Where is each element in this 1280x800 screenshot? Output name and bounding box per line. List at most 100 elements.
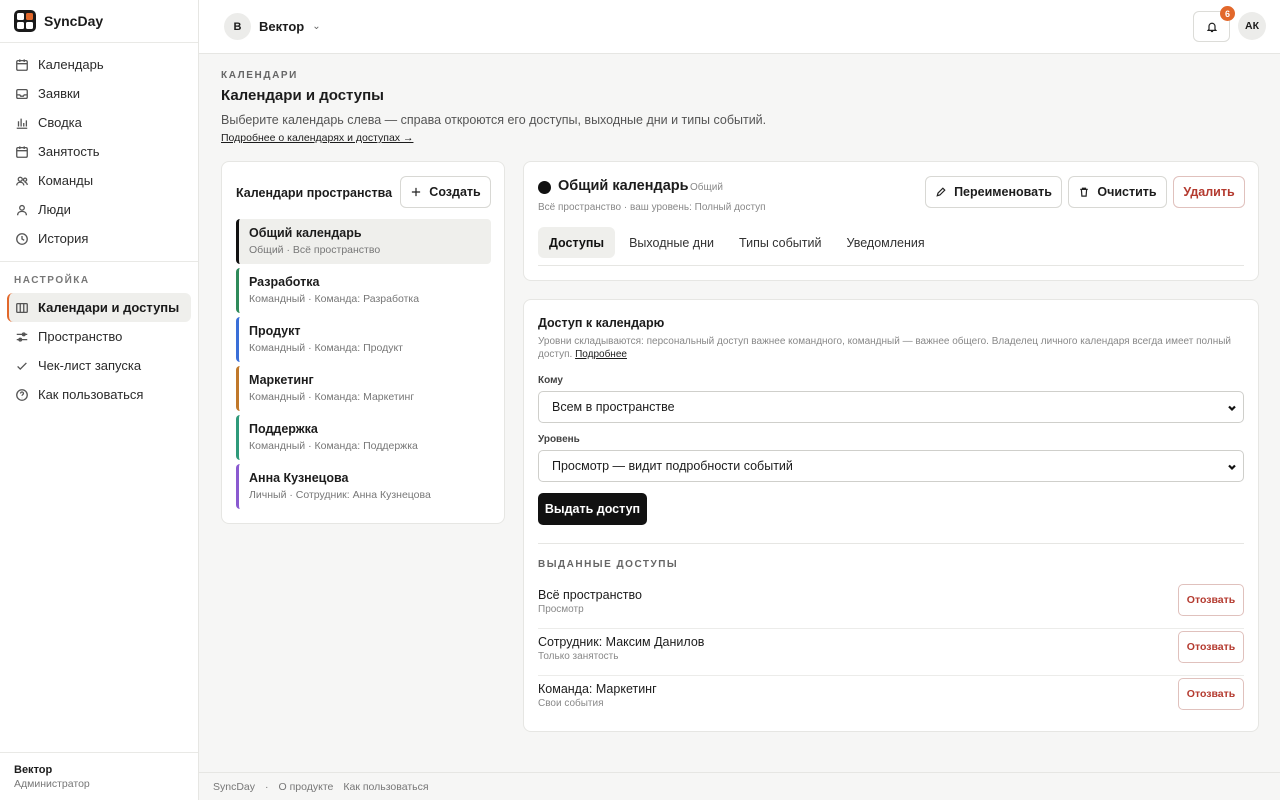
users-icon: [15, 174, 29, 188]
workspace-switcher[interactable]: В Вектор ⌄: [224, 13, 321, 40]
grant-level: Просмотр: [538, 604, 584, 615]
divider: [538, 265, 1244, 266]
grant-who: Всё пространство: [538, 588, 642, 602]
check-icon: [15, 359, 29, 373]
page-eyebrow: КАЛЕНДАРИ: [221, 70, 298, 81]
calendar-list: Общий календарь Общий · Всё пространство…: [236, 219, 491, 513]
sidebar-item-people[interactable]: Люди: [7, 195, 191, 224]
calendar-item-development[interactable]: Разработка Командный · Команда: Разработ…: [236, 268, 491, 313]
calendar-item-title: Общий календарь: [249, 226, 362, 240]
sidebar-item-how-to[interactable]: Как пользоваться: [7, 380, 191, 409]
access-title: Доступ к календарю: [538, 316, 665, 330]
sidebar-item-label: Пространство: [38, 329, 123, 344]
tab-holidays[interactable]: Выходные дни: [618, 227, 725, 258]
workspace-avatar: В: [224, 13, 251, 40]
pencil-icon: [935, 186, 947, 198]
calendar-item-support[interactable]: Поддержка Командный · Команда: Поддержка: [236, 415, 491, 460]
to-select-value: Всем в пространстве: [552, 400, 675, 414]
revoke-button[interactable]: Отозвать: [1178, 631, 1244, 663]
rename-button[interactable]: Переименовать: [925, 176, 1062, 208]
notification-badge: 6: [1220, 6, 1235, 21]
sidebar-item-requests[interactable]: Заявки: [7, 79, 191, 108]
clear-button[interactable]: Очистить: [1068, 176, 1167, 208]
calendar-title: Общий календарь: [558, 178, 689, 194]
tab-notifications[interactable]: Уведомления: [835, 227, 935, 258]
list-item: Сотрудник: Максим Данилов Только занятос…: [538, 629, 1244, 676]
sidebar-item-label: Календари и доступы: [38, 300, 180, 315]
calendar-icon: [15, 58, 29, 72]
detail-tabs: Доступы Выходные дни Типы событий Уведом…: [538, 227, 939, 258]
list-item: Всё пространство Просмотр Отозвать: [538, 582, 1244, 629]
tab-access[interactable]: Доступы: [538, 227, 616, 258]
footer-about-link[interactable]: О продукте: [279, 781, 334, 793]
sidebar-item-label: Календарь: [38, 57, 104, 72]
sidebar-item-label: Занятость: [38, 144, 100, 159]
workspace-name: Вектор: [259, 19, 305, 34]
page-title: Календари и доступы: [221, 87, 384, 104]
calendar-item-product[interactable]: Продукт Командный · Команда: Продукт: [236, 317, 491, 362]
delete-button[interactable]: Удалить: [1173, 176, 1245, 208]
sidebar-item-busy[interactable]: Занятость: [7, 137, 191, 166]
calendar-item-subtitle: Командный · Команда: Маркетинг: [249, 391, 415, 403]
grant-level: Свои события: [538, 698, 604, 709]
tab-event-types[interactable]: Типы событий: [728, 227, 832, 258]
sliders-icon: [15, 330, 29, 344]
sidebar-item-launch-checklist[interactable]: Чек-лист запуска: [7, 351, 191, 380]
access-description: Уровни складываются: персональный доступ…: [538, 335, 1238, 361]
calendar-item-general[interactable]: Общий календарь Общий · Всё пространство: [236, 219, 491, 264]
calendar-item-subtitle: Личный · Сотрудник: Анна Кузнецова: [249, 489, 431, 501]
revoke-button[interactable]: Отозвать: [1178, 584, 1244, 616]
revoke-button[interactable]: Отозвать: [1178, 678, 1244, 710]
avatar[interactable]: АК: [1238, 12, 1266, 40]
calendar-item-title: Поддержка: [249, 422, 318, 436]
sidebar-item-calendar[interactable]: Календарь: [7, 50, 191, 79]
calendar-detail-header: Общий календарь Общий Всё пространство ·…: [523, 161, 1259, 281]
sidebar-item-label: История: [38, 231, 89, 246]
sidebar-item-label: Как пользоваться: [38, 387, 144, 402]
notifications-button[interactable]: 6: [1193, 6, 1235, 42]
calendars-heading: Календари пространства: [236, 186, 393, 200]
level-select[interactable]: Просмотр — видит подробности событий: [538, 450, 1244, 482]
create-calendar-button[interactable]: Создать: [400, 176, 491, 208]
calendar-item-title: Продукт: [249, 324, 301, 338]
grant-level: Только занятость: [538, 651, 619, 662]
account-name: Вектор: [14, 764, 53, 776]
sidebar-item-label: Команды: [38, 173, 94, 188]
to-select[interactable]: Всем в пространстве: [538, 391, 1244, 423]
calendar-item-marketing[interactable]: Маркетинг Командный · Команда: Маркетинг: [236, 366, 491, 411]
grant-access-button[interactable]: Выдать доступ: [538, 493, 647, 525]
level-label: Уровень: [538, 434, 580, 445]
access-more-link[interactable]: Подробнее: [575, 349, 627, 360]
trash-icon: [1078, 186, 1090, 198]
sidebar-item-space[interactable]: Пространство: [7, 322, 191, 351]
divider: [538, 543, 1244, 544]
calendar-item-title: Маркетинг: [249, 373, 314, 387]
account-footer[interactable]: Вектор Администратор: [0, 752, 198, 800]
footer-brand: SyncDay: [213, 780, 256, 793]
list-item: Команда: Маркетинг Свои события Отозвать: [538, 676, 1244, 723]
calendar-kind: Общий: [690, 182, 723, 193]
sidebar-item-history[interactable]: История: [7, 224, 191, 253]
sidebar: SyncDay Календарь Заявки Сводка Занятост…: [0, 0, 199, 800]
section-title: НАСТРОЙКА: [14, 275, 90, 286]
sidebar-item-calendars-access[interactable]: Календари и доступы: [7, 293, 191, 322]
page-description: Выберите календарь слева — справа открою…: [221, 113, 767, 127]
sidebar-item-teams[interactable]: Команды: [7, 166, 191, 195]
level-select-value: Просмотр — видит подробности событий: [552, 459, 793, 473]
bar-chart-icon: [15, 116, 29, 130]
plus-icon: [410, 186, 422, 198]
calendars-panel: Календари пространства Создать Общий кал…: [221, 161, 505, 524]
logo-icon: [14, 10, 36, 32]
sidebar-item-summary[interactable]: Сводка: [7, 108, 191, 137]
create-label: Создать: [429, 185, 481, 199]
page-footer: SyncDay · О продукте Как пользоваться: [199, 772, 1280, 800]
calendar-item-anna[interactable]: Анна Кузнецова Личный · Сотрудник: Анна …: [236, 464, 491, 509]
calendar-item-subtitle: Общий · Всё пространство: [249, 244, 381, 256]
brand[interactable]: SyncDay: [0, 0, 198, 43]
learn-more-link[interactable]: Подробнее о календарях и доступах →: [221, 132, 413, 144]
calendar-item-title: Анна Кузнецова: [249, 471, 349, 485]
footer-howto-link[interactable]: Как пользоваться: [343, 781, 428, 793]
to-label: Кому: [538, 375, 563, 386]
brand-name: SyncDay: [44, 13, 104, 29]
columns-icon: [15, 301, 29, 315]
